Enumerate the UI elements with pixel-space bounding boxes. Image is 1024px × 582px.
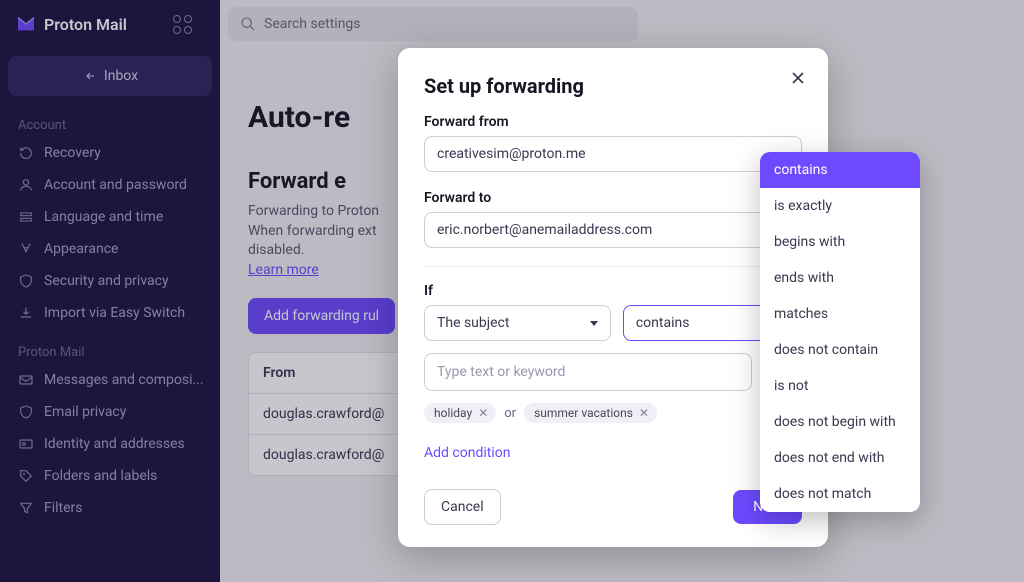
keyword-input[interactable]: Type text or keyword — [424, 353, 752, 391]
cancel-button[interactable]: Cancel — [424, 489, 501, 525]
dropdown-item-does-not-match[interactable]: does not match — [760, 476, 920, 512]
or-text: or — [504, 406, 516, 421]
chevron-down-icon — [590, 321, 598, 326]
dropdown-item-matches[interactable]: matches — [760, 296, 920, 332]
dropdown-item-does-not-end-with[interactable]: does not end with — [760, 440, 920, 476]
dropdown-item-contains[interactable]: contains — [760, 152, 920, 188]
keyword-chip[interactable]: holiday✕ — [424, 403, 496, 423]
subject-select[interactable]: The subject — [424, 305, 611, 341]
keyword-chip[interactable]: summer vacations✕ — [524, 403, 657, 423]
close-icon[interactable] — [788, 68, 808, 88]
forward-from-label: Forward from — [424, 114, 802, 130]
dropdown-item-does-not-contain[interactable]: does not contain — [760, 332, 920, 368]
forward-to-label: Forward to — [424, 190, 802, 206]
add-condition-link[interactable]: Add condition — [424, 445, 510, 461]
condition-dropdown: contains is exactly begins with ends wit… — [760, 152, 920, 512]
dropdown-item-begins-with[interactable]: begins with — [760, 224, 920, 260]
forward-to-input[interactable] — [424, 212, 802, 248]
if-label: If — [424, 283, 802, 299]
forward-from-input[interactable] — [424, 136, 802, 172]
dropdown-item-does-not-begin-with[interactable]: does not begin with — [760, 404, 920, 440]
dropdown-item-is-not[interactable]: is not — [760, 368, 920, 404]
chip-remove-icon[interactable]: ✕ — [639, 406, 649, 420]
dropdown-item-is-exactly[interactable]: is exactly — [760, 188, 920, 224]
dropdown-item-ends-with[interactable]: ends with — [760, 260, 920, 296]
modal-title: Set up forwarding — [424, 74, 802, 98]
chip-remove-icon[interactable]: ✕ — [478, 406, 488, 420]
